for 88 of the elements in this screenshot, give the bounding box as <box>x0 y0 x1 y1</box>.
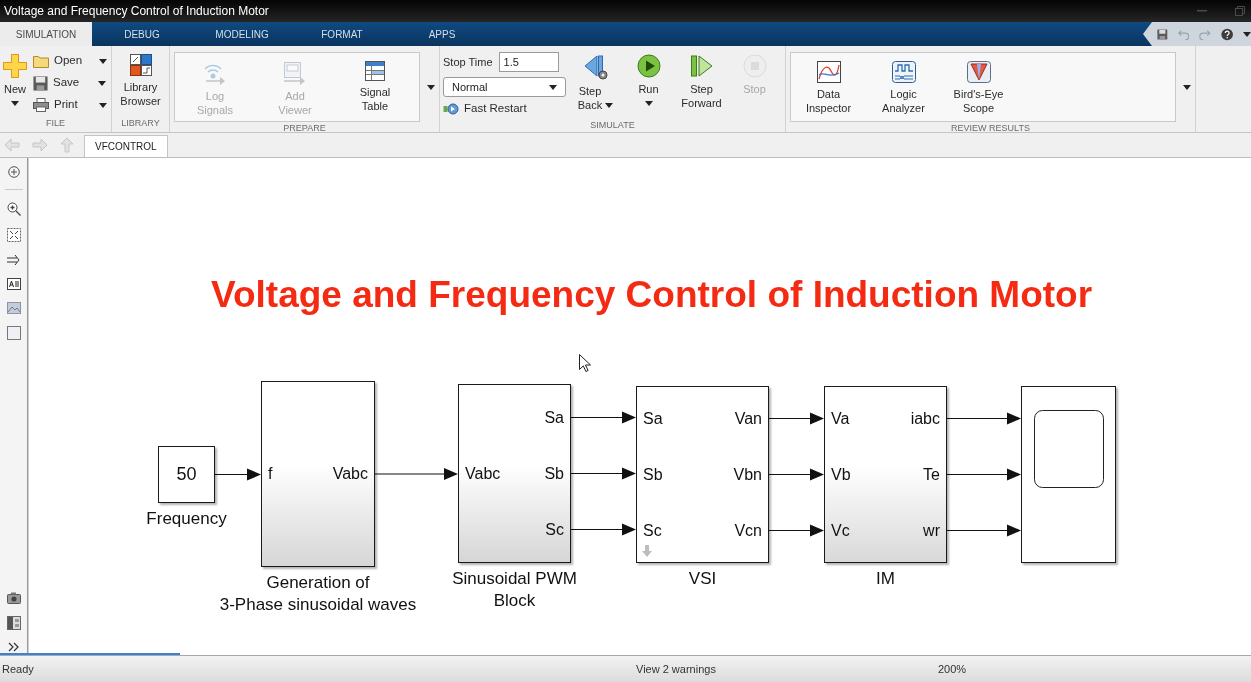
down-arrow-icon <box>642 545 652 557</box>
arrows-icon[interactable] <box>6 254 21 266</box>
port-label: Sb <box>544 463 564 484</box>
port-label: Vcn <box>734 520 762 541</box>
caret-icon <box>549 84 557 90</box>
port-label: Vb <box>831 464 851 485</box>
restore-icon[interactable] <box>1235 6 1245 16</box>
port-label: Sa <box>544 407 564 428</box>
port-label: Vabc <box>465 463 501 484</box>
ribbon-tab[interactable]: FORMAT <box>292 22 392 46</box>
block-label: Generation of 3-Phase sinusoidal waves <box>219 572 417 616</box>
section-title: PREPARE <box>282 122 327 135</box>
panel-layout-icon[interactable] <box>6 616 21 630</box>
ribbon-small-button[interactable]: Save <box>33 73 107 93</box>
port-label: Sb <box>643 464 663 485</box>
field-label: Stop Time <box>443 54 493 70</box>
block-label: Frequency <box>146 508 227 530</box>
mouse-pointer-icon <box>579 354 591 372</box>
ribbon-tab[interactable]: APPS <box>392 22 492 46</box>
warnings-link[interactable]: View 2 warnings <box>636 660 716 678</box>
ribbon-small-button[interactable]: Fast Restart <box>443 99 566 119</box>
ribbon-button[interactable]: Step Forward <box>675 46 728 114</box>
save-icon[interactable] <box>1157 27 1168 41</box>
ribbon-button[interactable]: Bird's-Eye Scope <box>941 53 1016 121</box>
ribbon-small-button[interactable]: Print <box>33 95 107 115</box>
port-label: Sc <box>643 520 662 541</box>
port-label: Van <box>734 408 762 429</box>
step-back-icon <box>582 54 609 80</box>
fit-view-icon[interactable] <box>6 228 21 242</box>
ribbon-button[interactable]: Step Back <box>569 46 622 114</box>
ribbon-button[interactable]: Library Browser <box>112 46 169 114</box>
ribbon-button[interactable]: Logic Analyzer <box>866 53 941 121</box>
constant-block: 50 <box>158 446 215 503</box>
ribbon-small-button[interactable]: Open <box>33 51 107 71</box>
stop-time-field[interactable]: 1.5 <box>498 52 559 72</box>
step-forward-icon <box>689 54 714 78</box>
window-title: Voltage and Frequency Control of Induction Motor <box>4 3 269 20</box>
port-label: Vabc <box>332 464 368 484</box>
mode-dropdown[interactable]: Normal <box>443 77 566 97</box>
block-label: VSI <box>688 568 717 590</box>
port-label: f <box>268 464 273 484</box>
logic-waveform-icon <box>891 61 916 83</box>
printer-icon <box>33 98 49 112</box>
port-label: Sc <box>545 519 564 540</box>
caret-icon <box>1243 31 1251 37</box>
scope-screen-icon <box>1034 410 1104 488</box>
block-label: IM <box>876 568 895 590</box>
model-tab[interactable]: VFCONTROL <box>84 135 168 157</box>
status-text: Ready <box>1 661 35 677</box>
ribbon-button[interactable]: Data Inspector <box>791 53 866 121</box>
caret-icon <box>1183 84 1191 90</box>
square-icon[interactable] <box>6 326 21 340</box>
ribbon-button[interactable]: New <box>0 46 30 114</box>
zoom-level: 200% <box>937 661 967 677</box>
line-graph-icon <box>816 61 841 83</box>
fast-restart-icon <box>443 103 459 115</box>
port-label: Vbn <box>733 464 762 485</box>
section-title: LIBRARY <box>120 117 161 130</box>
ribbon-tab[interactable]: SIMULATION <box>0 22 92 46</box>
section-title: SIMULATE <box>589 119 636 132</box>
zoom-in-icon[interactable] <box>6 202 21 216</box>
ribbon-tab[interactable]: DEBUG <box>92 22 192 46</box>
ribbon-button[interactable]: Signal Table <box>335 53 415 121</box>
section-title: REVIEW RESULTS <box>950 122 1031 135</box>
play-icon <box>636 54 661 78</box>
library-grid-icon <box>129 54 152 76</box>
ribbon-tab[interactable]: MODELING <box>192 22 292 46</box>
image-icon[interactable] <box>6 302 21 314</box>
folder-icon <box>33 54 49 68</box>
camera-icon[interactable] <box>6 592 21 604</box>
plus-icon <box>3 54 27 78</box>
cone-icon <box>966 61 991 83</box>
port-label: Vc <box>831 520 850 541</box>
chevrons-icon[interactable] <box>7 642 20 652</box>
help-icon[interactable] <box>1220 26 1233 42</box>
port-label: wr <box>923 520 940 541</box>
ribbon-button[interactable]: Run <box>622 46 675 114</box>
block-label: Sinusoidal PWM Block <box>452 568 577 612</box>
port-label: Te <box>923 464 940 485</box>
circle-plus-icon[interactable] <box>7 166 20 178</box>
annotation-icon[interactable] <box>6 278 21 290</box>
port-label: iabc <box>910 408 940 429</box>
table-icon <box>365 61 385 81</box>
caret-icon <box>427 84 435 90</box>
port-label: Va <box>831 408 850 429</box>
section-title: FILE <box>45 117 66 130</box>
port-label: Sa <box>643 408 663 429</box>
diagram-title: Voltage and Frequency Control of Induction Motor <box>211 273 1093 317</box>
